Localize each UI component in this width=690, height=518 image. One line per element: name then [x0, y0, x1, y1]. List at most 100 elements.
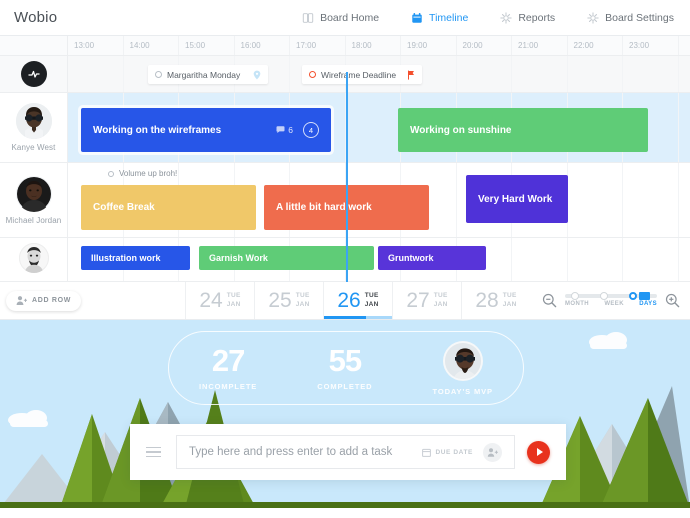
current-time-indicator[interactable]: [346, 72, 348, 282]
ruler-tick: 15:00: [179, 36, 235, 55]
comment-count: 6: [276, 125, 293, 135]
task-input-wrap[interactable]: DUE DATE: [176, 435, 515, 469]
task-input[interactable]: [189, 446, 413, 458]
assign-person-button[interactable]: [483, 442, 502, 462]
milestone-lane: Margaritha Monday Wireframe Deadline: [68, 56, 690, 92]
nav-board-home[interactable]: Board Home: [286, 0, 395, 35]
hamburger-icon[interactable]: [146, 446, 161, 458]
task-note[interactable]: Volume up broh!: [108, 169, 177, 178]
task-bar-very-hard-work[interactable]: Very Hard Work: [466, 175, 568, 223]
app-logo: Wobio: [14, 9, 58, 26]
nav-board-settings[interactable]: Board Settings: [571, 0, 690, 35]
nav-label: Reports: [518, 11, 556, 24]
scale-slider[interactable]: MONTH WEEK DAYS: [565, 291, 657, 307]
mvp-label: TODAY'S MVP: [432, 386, 493, 396]
scale-label-week[interactable]: WEEK: [604, 301, 624, 307]
app-header: Wobio Board Home Timeline Reports Board …: [0, 0, 690, 36]
slider-knob-month[interactable]: [570, 291, 579, 300]
task-bar-gruntwork[interactable]: Gruntwork: [378, 246, 486, 270]
dashboard-scene: 27 INCOMPLETE 55 COMPLETED TODAY'S MVP T…: [0, 320, 690, 508]
calendar-icon: [422, 448, 432, 457]
milestone-margaritha[interactable]: Margaritha Monday: [148, 65, 268, 84]
zoom-controls: MONTH WEEK DAYS: [542, 291, 690, 308]
date-sub: TUE JAN: [365, 292, 379, 308]
task-label: Coffee Break: [93, 202, 155, 213]
task-label: Illustration work: [91, 253, 161, 263]
row-user-third[interactable]: [0, 238, 68, 281]
ruler-tick: 14:00: [124, 36, 179, 55]
stat-label: COMPLETED: [317, 382, 373, 391]
row-user-kanye[interactable]: Kanye West: [0, 93, 68, 162]
date-sub: TUE JAN: [434, 292, 448, 308]
submit-task-button[interactable]: [527, 440, 550, 464]
stat-completed: 55 COMPLETED: [317, 345, 372, 391]
ruler-tick: 13:00: [68, 36, 124, 55]
date-number: 27: [406, 289, 430, 312]
date-cell-26[interactable]: 26 TUE JAN: [323, 282, 392, 319]
task-lane: Working on the wireframes 6 4 Working on…: [68, 93, 690, 162]
slider-track[interactable]: [565, 291, 657, 300]
add-row-button[interactable]: ADD ROW: [6, 290, 82, 311]
milestone-label: Wireframe Deadline: [321, 69, 397, 80]
ruler-corner: [0, 36, 68, 55]
user-name: Kanye West: [11, 143, 56, 152]
todays-mvp[interactable]: TODAY'S MVP: [432, 340, 493, 396]
task-bar-illustration[interactable]: Illustration work: [81, 246, 190, 270]
date-dow: TUE: [364, 292, 379, 300]
date-dow: TUE: [433, 292, 448, 300]
task-label: A little bit hard work: [276, 202, 372, 213]
task-bar-wireframes[interactable]: Working on the wireframes 6 4: [81, 108, 331, 152]
task-lane: Volume up broh! Coffee Break A little bi…: [68, 163, 690, 237]
date-number: 25: [268, 289, 292, 312]
note-marker-icon: [108, 170, 114, 177]
board-logo-icon: [20, 61, 47, 87]
add-person-icon: [487, 447, 498, 457]
nav-reports[interactable]: Reports: [484, 0, 571, 35]
date-number: 28: [475, 289, 499, 312]
date-cell-27[interactable]: 27 TUE JAN: [392, 282, 461, 319]
milestone-row: Margaritha Monday Wireframe Deadline: [0, 56, 690, 93]
nav-label: Board Settings: [605, 11, 674, 24]
date-cell-25[interactable]: 25 TUE JAN: [254, 282, 323, 319]
task-badge: 4: [303, 122, 319, 138]
date-number: 26: [337, 289, 361, 312]
board-logo-cell: [0, 56, 68, 92]
scale-label-month[interactable]: MONTH: [565, 301, 589, 307]
task-label: Very Hard Work: [478, 193, 553, 205]
calendar-icon: [412, 12, 422, 23]
scale-label-days[interactable]: DAYS: [639, 301, 657, 307]
ruler-hours: 13:00 14:00 15:00 16:00 17:00 18:00 19:0…: [68, 36, 690, 55]
milestone-marker-icon: [309, 71, 316, 78]
nav-timeline[interactable]: Timeline: [395, 0, 484, 35]
ruler-tick: 18:00: [346, 36, 401, 55]
task-bar-sunshine[interactable]: Working on sunshine: [398, 108, 648, 152]
milestone-wireframe[interactable]: Wireframe Deadline: [302, 65, 422, 84]
ruler-tick: 17:00: [290, 36, 346, 55]
location-pin-icon: [253, 70, 261, 79]
user-name: Michael Jordan: [5, 215, 62, 225]
zoom-in-icon[interactable]: [665, 293, 680, 308]
date-number: 24: [199, 289, 223, 312]
nav-label: Board Home: [320, 11, 380, 24]
slider-knob-days[interactable]: [629, 291, 638, 300]
date-month: JAN: [364, 300, 379, 308]
date-cell-28[interactable]: 28 TUE JAN: [461, 282, 530, 319]
add-person-icon: [16, 296, 27, 305]
task-meta: 6 4: [276, 122, 319, 138]
due-date-button[interactable]: DUE DATE: [422, 448, 473, 457]
slider-knob-week[interactable]: [599, 291, 608, 300]
gear-icon: [500, 11, 513, 24]
add-row-label: ADD ROW: [32, 297, 72, 304]
timeline: 13:00 14:00 15:00 16:00 17:00 18:00 19:0…: [0, 36, 690, 282]
task-bar-coffee-break[interactable]: Coffee Break: [81, 185, 256, 230]
row-user-jordan[interactable]: Michael Jordan: [0, 163, 68, 237]
date-cell-24[interactable]: 24 TUE JAN: [185, 282, 254, 319]
avatar: [442, 340, 483, 381]
task-label: Garnish Work: [209, 253, 268, 263]
time-ruler: 13:00 14:00 15:00 16:00 17:00 18:00 19:0…: [0, 36, 690, 56]
ruler-tick: 16:00: [235, 36, 290, 55]
slider-fill: [638, 292, 650, 300]
book-icon: [302, 12, 314, 23]
zoom-out-icon[interactable]: [542, 293, 557, 308]
task-label: Gruntwork: [388, 253, 434, 263]
